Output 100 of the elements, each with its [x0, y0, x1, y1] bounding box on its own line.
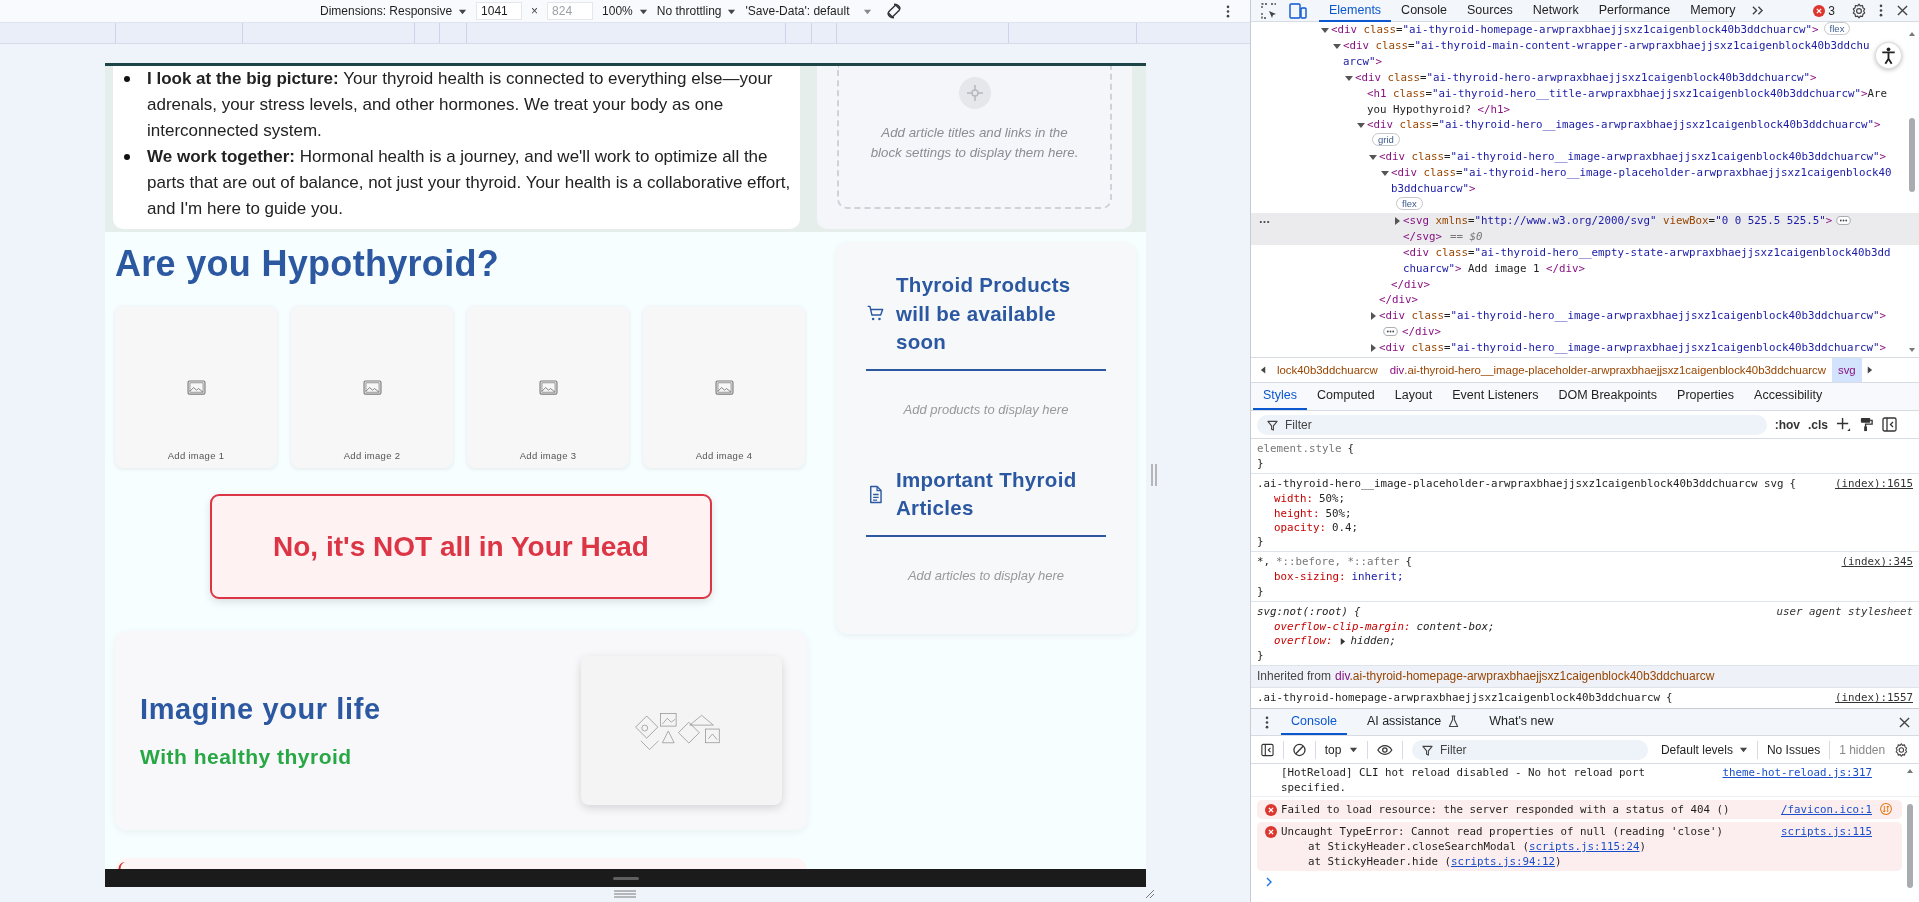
drawer-tab[interactable]: AI assistance — [1356, 709, 1470, 735]
sidebar-tab[interactable]: Layout — [1384, 388, 1443, 410]
sidebar-tab[interactable]: Event Listeners — [1442, 388, 1549, 410]
sidebar-tab[interactable]: Accessibility — [1744, 388, 1833, 410]
property-value[interactable]: 50%; — [1325, 506, 1352, 521]
resize-handle-icon[interactable] — [1151, 464, 1157, 486]
person-icon[interactable] — [1875, 42, 1902, 69]
close-icon[interactable] — [1899, 716, 1910, 728]
expand-arrow-icon[interactable] — [1338, 638, 1346, 645]
source-link[interactable]: scripts.js:94:12 — [1451, 855, 1556, 868]
property-name[interactable]: opacity: — [1274, 520, 1326, 536]
toggle-button[interactable]: :hov — [1774, 417, 1800, 432]
drag-handle-icon[interactable] — [612, 876, 639, 880]
zoom-dropdown[interactable]: 100% — [602, 1, 648, 21]
levels-dropdown[interactable]: Default levels — [1660, 739, 1748, 760]
source-link[interactable]: /favicon.ico:1 — [1781, 802, 1872, 817]
collapsed-arrow-icon[interactable] — [1369, 344, 1377, 353]
expand-arrow-icon[interactable] — [1333, 41, 1341, 50]
sidebar-tab[interactable]: Computed — [1307, 388, 1385, 410]
resize-corner-icon[interactable] — [1145, 889, 1155, 899]
source-link[interactable]: scripts.js:115 — [1781, 824, 1872, 839]
property-name[interactable]: overflow: — [1274, 634, 1333, 649]
collapsed-arrow-icon[interactable] — [1369, 312, 1377, 321]
sidebar-tab[interactable]: Properties — [1667, 388, 1745, 410]
filter-field[interactable]: Filter — [1257, 414, 1767, 435]
panel-tab[interactable]: Sources — [1457, 0, 1523, 22]
expand-arrow-icon[interactable] — [1357, 121, 1365, 130]
close-icon[interactable] — [1897, 5, 1908, 16]
element-link[interactable]: div.ai-thyroid-homepage-arwpraxbhaejjsxz1caigenblock40b3ddchuarcw — [1335, 669, 1715, 684]
panel-tab[interactable]: Elements — [1319, 0, 1392, 22]
source-link[interactable]: theme-hot-reload.js:317 — [1722, 765, 1872, 780]
panel-tab[interactable]: Performance — [1588, 0, 1681, 22]
source-link[interactable]: scripts.js:115:24 — [1529, 840, 1640, 853]
more-options-icon[interactable] — [1265, 715, 1269, 729]
dom-node[interactable]: <div class="ai-thyroid-hero__empty-state-arwpraxbhaejjsxz1caigenblock40b3ddchuarcw"> Add image 1 </div> — [1251, 244, 1919, 277]
source-link[interactable]: (index):1557 — [1835, 689, 1913, 706]
issues-button[interactable]: No Issues — [1766, 739, 1821, 760]
prompt-chevron-icon[interactable] — [1265, 877, 1273, 887]
dom-node[interactable]: <div class="ai-thyroid-hero__image-arwpraxbhaejjsxz1caigenblock40b3ddchuarcw"> </div> — [1251, 308, 1919, 341]
device-icon[interactable] — [1289, 2, 1307, 19]
panel-tab[interactable]: Network — [1522, 0, 1589, 22]
property-name[interactable]: overflow-clip-margin: — [1274, 620, 1411, 635]
dom-node[interactable]: <div class="ai-thyroid-hero__image-arwpraxbhaejjsxz1caigenblock40b3ddchuarcw"> — [1251, 340, 1919, 357]
expand-arrow-icon[interactable] — [1369, 153, 1377, 162]
height-field[interactable]: 824 — [547, 2, 594, 20]
drawer-tab[interactable]: What's new — [1479, 709, 1564, 735]
sidebar-tab[interactable]: DOM Breakpoints — [1548, 388, 1668, 410]
property-name[interactable]: box-sizing: — [1274, 570, 1346, 585]
property-name[interactable]: height: — [1274, 506, 1320, 521]
settings-icon[interactable] — [1894, 741, 1909, 758]
filter-field[interactable]: Filter — [1411, 739, 1648, 760]
expand-arrow-icon[interactable] — [1321, 25, 1329, 34]
sidebar-tab[interactable]: Styles — [1253, 388, 1308, 410]
context-dropdown[interactable]: top — [1324, 739, 1359, 760]
eye-icon[interactable] — [1377, 743, 1393, 756]
new-rule-icon[interactable] — [1836, 417, 1851, 432]
expand-arrow-icon[interactable] — [1345, 73, 1353, 82]
dom-node[interactable]: <div class="ai-thyroid-homepage-arwpraxbhaejjsxz1caigenblock40b3ddchuarcw"> flex — [1251, 22, 1919, 38]
dom-node[interactable]: <div class="ai-thyroid-hero-arwpraxbhaejjsxz1caigenblock40b3ddchuarcw"> — [1251, 69, 1919, 86]
panel-tab[interactable]: Console — [1391, 0, 1457, 22]
breadcrumb[interactable]: div.ai-thyroid-hero__image-placeholder-arwpraxbhaejjsxz1caigenblock40b3ddchuarcw — [1383, 358, 1832, 382]
sidebar-toggle-icon[interactable] — [1261, 742, 1274, 757]
save-data-dropdown[interactable]: 'Save-Data': default — [745, 1, 873, 21]
more-options-icon[interactable] — [1226, 4, 1230, 18]
clear-console-icon[interactable] — [1292, 742, 1306, 757]
dom-node[interactable]: <div class="ai-thyroid-hero__image-placeholder-arwpraxbhaejjsxz1caigenblock40b3ddchuarcw"> flex — [1251, 165, 1919, 213]
rotate-icon[interactable] — [885, 2, 904, 20]
throttling-dropdown[interactable]: No throttling — [656, 1, 737, 21]
collapsed-arrow-icon[interactable] — [1393, 216, 1401, 225]
ellipsis-button[interactable] — [1836, 215, 1852, 225]
scroll-right-icon[interactable] — [1865, 366, 1873, 374]
settings-icon[interactable] — [1851, 2, 1867, 19]
resize-handle-icon[interactable] — [614, 890, 636, 898]
width-field[interactable]: 1041 — [476, 2, 523, 20]
expand-arrow-icon[interactable] — [1381, 169, 1389, 178]
ellipsis-button[interactable] — [1383, 327, 1398, 337]
error-count[interactable]: 3 — [1828, 3, 1835, 18]
dom-node[interactable]: <h1 class="ai-thyroid-hero__title-arwpraxbhaejjsxz1caigenblock40b3ddchuarcw">Are you Hypothyroid? </h1> — [1251, 85, 1919, 118]
sidebar-toggle-icon[interactable] — [1882, 417, 1897, 432]
dom-node[interactable]: <svg xmlns="http://www.w3.org/2000/svg" viewBox="0 0 525.5 525.5"> </svg> == $0 — [1251, 212, 1919, 245]
property-value[interactable]: 50%; — [1319, 492, 1346, 507]
paint-roller-icon[interactable] — [1859, 417, 1874, 432]
toggle-button[interactable]: .cls — [1808, 417, 1828, 432]
inspect-icon[interactable] — [1261, 2, 1277, 19]
drawer-tab[interactable]: Console — [1281, 709, 1347, 735]
dimensions-dropdown[interactable]: Dimensions: Responsive — [320, 1, 468, 21]
scroll-left-icon[interactable] — [1260, 366, 1267, 374]
source-link[interactable]: (index):1615 — [1835, 476, 1913, 493]
source-link[interactable]: (index):345 — [1841, 554, 1913, 571]
dom-node[interactable]: <div class="ai-thyroid-hero__image-arwpraxbhaejjsxz1caigenblock40b3ddchuarcw"> — [1251, 149, 1919, 166]
breadcrumb[interactable]: lock40b3ddchuarcw — [1271, 358, 1384, 382]
more-icon[interactable] — [1259, 219, 1270, 224]
breadcrumb[interactable]: svg — [1831, 358, 1862, 382]
property-value[interactable]: 0.4; — [1332, 520, 1359, 536]
dom-node[interactable]: <div class="ai-thyroid-hero__images-arwpraxbhaejjsxz1caigenblock40b3ddchuarcw"> grid — [1251, 117, 1919, 150]
property-value[interactable]: inherit; — [1351, 570, 1404, 585]
property-value[interactable]: hidden; — [1350, 634, 1397, 649]
dom-node[interactable]: <div class="ai-thyroid-main-content-wrapper-arwpraxbhaejjsxz1caigenblock40b3ddchuarcw"> — [1251, 37, 1919, 70]
panel-tab[interactable]: Memory — [1680, 0, 1746, 22]
property-name[interactable]: width: — [1274, 492, 1313, 507]
